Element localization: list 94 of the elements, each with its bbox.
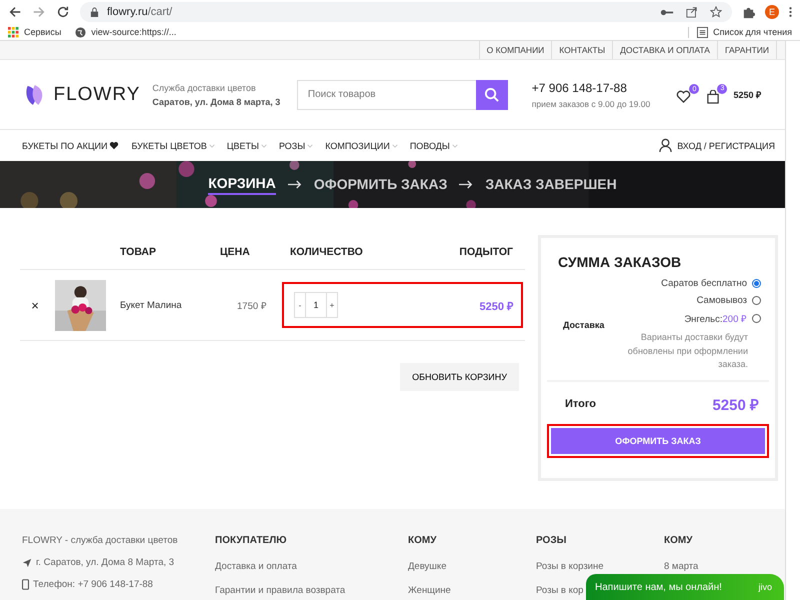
subtotal-cell-text: 5250 ₽ bbox=[479, 300, 513, 312]
shipping-option[interactable]: Энгельс:200 ₽ bbox=[684, 312, 747, 325]
phone-icon bbox=[22, 579, 29, 590]
nav-item[interactable]: ЦВЕТЫ bbox=[226, 140, 267, 150]
total-label: Итого bbox=[565, 398, 596, 410]
arrow-right-icon bbox=[288, 180, 302, 189]
increase-button[interactable]: + bbox=[327, 293, 337, 317]
card-title: СУММА ЗАКАЗОВ bbox=[557, 254, 682, 270]
chat-brand: jivo bbox=[758, 582, 772, 592]
url-text: flowry.ru/cart/ bbox=[107, 6, 172, 18]
heart-icon bbox=[676, 90, 692, 103]
apps-grid-icon bbox=[8, 26, 19, 38]
chevron-down-icon bbox=[307, 144, 314, 148]
search-button[interactable] bbox=[476, 80, 508, 110]
footer-phone: Телефон: +7 906 148-17-88 bbox=[33, 579, 153, 590]
back-icon[interactable] bbox=[8, 5, 22, 19]
chevron-down-icon bbox=[452, 144, 458, 148]
footer-about: FLOWRY - служба доставки цветов bbox=[22, 535, 179, 546]
share-icon[interactable] bbox=[686, 6, 698, 18]
user-icon bbox=[659, 138, 672, 153]
footer-heading: КОМУ bbox=[664, 535, 694, 546]
column-header: ПОДЫТОГ bbox=[458, 246, 514, 258]
list-icon bbox=[697, 26, 708, 38]
phone-number: +7 906 148-17-88 bbox=[532, 80, 628, 94]
quantity-value[interactable]: 1 bbox=[305, 293, 327, 317]
heart-icon bbox=[109, 141, 120, 150]
footer-link[interactable]: Женщине bbox=[408, 585, 536, 596]
footer-link[interactable]: Доставка и оплата bbox=[215, 561, 408, 572]
shipping-option[interactable]: Саратов бесплатно bbox=[661, 278, 747, 289]
lock-icon bbox=[90, 6, 99, 18]
key-icon[interactable] bbox=[660, 8, 674, 16]
chat-toast[interactable]: Напишите нам, мы онлайн! jivo bbox=[586, 574, 784, 600]
remove-button[interactable]: × bbox=[20, 298, 50, 312]
nav-item[interactable]: БУКЕТЫ ЦВЕТОВ bbox=[131, 140, 215, 150]
reload-icon[interactable] bbox=[56, 5, 70, 19]
footer-heading: КОМУ bbox=[408, 535, 438, 546]
update-cart-button[interactable]: ОБНОВИТЬ КОРЗИНУ bbox=[400, 363, 519, 391]
checkout-step[interactable]: КОРЗИНА bbox=[208, 174, 276, 194]
footer-link[interactable]: 8 марта bbox=[664, 561, 698, 572]
column-header: ТОВАР bbox=[120, 246, 157, 258]
order-hours: прием заказов с 9.00 до 19.00 bbox=[532, 98, 652, 108]
arrow-right-icon bbox=[459, 180, 474, 189]
product-name[interactable]: Букет Малина bbox=[120, 300, 220, 310]
chevron-down-icon bbox=[260, 144, 267, 148]
shipping-option[interactable]: Самовывоз bbox=[696, 295, 747, 306]
footer-link[interactable]: Розы в корзине bbox=[536, 561, 664, 572]
store-address: Саратов, ул. Дома 8 марта, 3 bbox=[152, 96, 282, 106]
checkout-button[interactable]: ОФОРМИТЬ ЗАКАЗ bbox=[551, 428, 765, 454]
checkout-step[interactable]: ОФОРМИТЬ ЗАКАЗ bbox=[314, 176, 448, 194]
top-link[interactable]: ГАРАНТИИ bbox=[716, 41, 777, 59]
reading-list[interactable]: Список для чтения bbox=[688, 26, 792, 38]
bookmark-item[interactable]: Сервисы bbox=[8, 26, 62, 38]
decrease-button[interactable]: - bbox=[295, 293, 305, 317]
puzzle-icon[interactable] bbox=[742, 6, 755, 18]
globe-icon bbox=[75, 26, 86, 38]
tagline: Служба доставки цветов bbox=[152, 82, 257, 92]
quantity-stepper[interactable]: - 1 + bbox=[294, 292, 338, 318]
shopping-bag-icon bbox=[707, 90, 720, 104]
chevron-down-icon bbox=[392, 144, 398, 148]
address-bar[interactable]: flowry.ru/cart/ bbox=[80, 2, 732, 22]
chevron-down-icon bbox=[208, 144, 215, 148]
top-link[interactable]: О КОМПАНИИ bbox=[478, 41, 552, 59]
nav-item[interactable]: БУКЕТЫ ПО АКЦИИ bbox=[22, 140, 120, 150]
nav-item[interactable]: КОМПОЗИЦИИ bbox=[325, 140, 398, 150]
top-link[interactable]: КОНТАКТЫ bbox=[551, 41, 612, 59]
footer-heading: ПОКУПАТЕЛЮ bbox=[215, 535, 288, 546]
location-arrow-icon bbox=[22, 558, 32, 568]
star-icon[interactable] bbox=[710, 6, 722, 18]
cart-total: 5250 ₽ bbox=[733, 89, 761, 101]
menu-icon[interactable] bbox=[789, 6, 792, 18]
login-link[interactable]: ВХОД / РЕГИСТРАЦИЯ bbox=[659, 138, 775, 153]
radio-button[interactable] bbox=[752, 314, 761, 323]
column-header: ЦЕНА bbox=[220, 246, 251, 258]
radio-button[interactable] bbox=[752, 296, 761, 305]
footer-link[interactable]: Гарантии и правила возврата bbox=[215, 585, 408, 596]
bookmark-item[interactable]: view-source:https://... bbox=[75, 26, 176, 38]
footer-address: г. Саратов, ул. Дома 8 Марта, 3 bbox=[36, 557, 174, 568]
search-icon bbox=[484, 87, 500, 102]
shipping-note: Варианты доставки будут обновлены при оформлении заказа. bbox=[626, 331, 748, 371]
radio-button[interactable] bbox=[752, 279, 761, 288]
search-field[interactable]: Поиск товаров bbox=[296, 80, 476, 110]
price-cell-text: 1750 ₽ bbox=[236, 300, 268, 312]
chat-text: Напишите нам, мы онлайн! bbox=[595, 582, 722, 592]
shipping-label: Доставка bbox=[563, 320, 606, 330]
checkout-step[interactable]: ЗАКАЗ ЗАВЕРШЕН bbox=[485, 176, 617, 194]
footer-heading: РОЗЫ bbox=[536, 535, 568, 546]
column-header: КОЛИЧЕСТВО bbox=[290, 246, 364, 258]
total-amount: 5250 ₽ bbox=[712, 396, 759, 414]
profile-avatar[interactable]: E bbox=[765, 5, 779, 19]
top-link[interactable]: ДОСТАВКА И ОПЛАТА bbox=[612, 41, 717, 59]
logo-text: FLOWRY bbox=[53, 84, 140, 106]
footer-link[interactable]: Девушке bbox=[408, 561, 536, 572]
nav-item[interactable]: РОЗЫ bbox=[278, 140, 314, 150]
nav-item[interactable]: ПОВОДЫ bbox=[410, 140, 458, 150]
